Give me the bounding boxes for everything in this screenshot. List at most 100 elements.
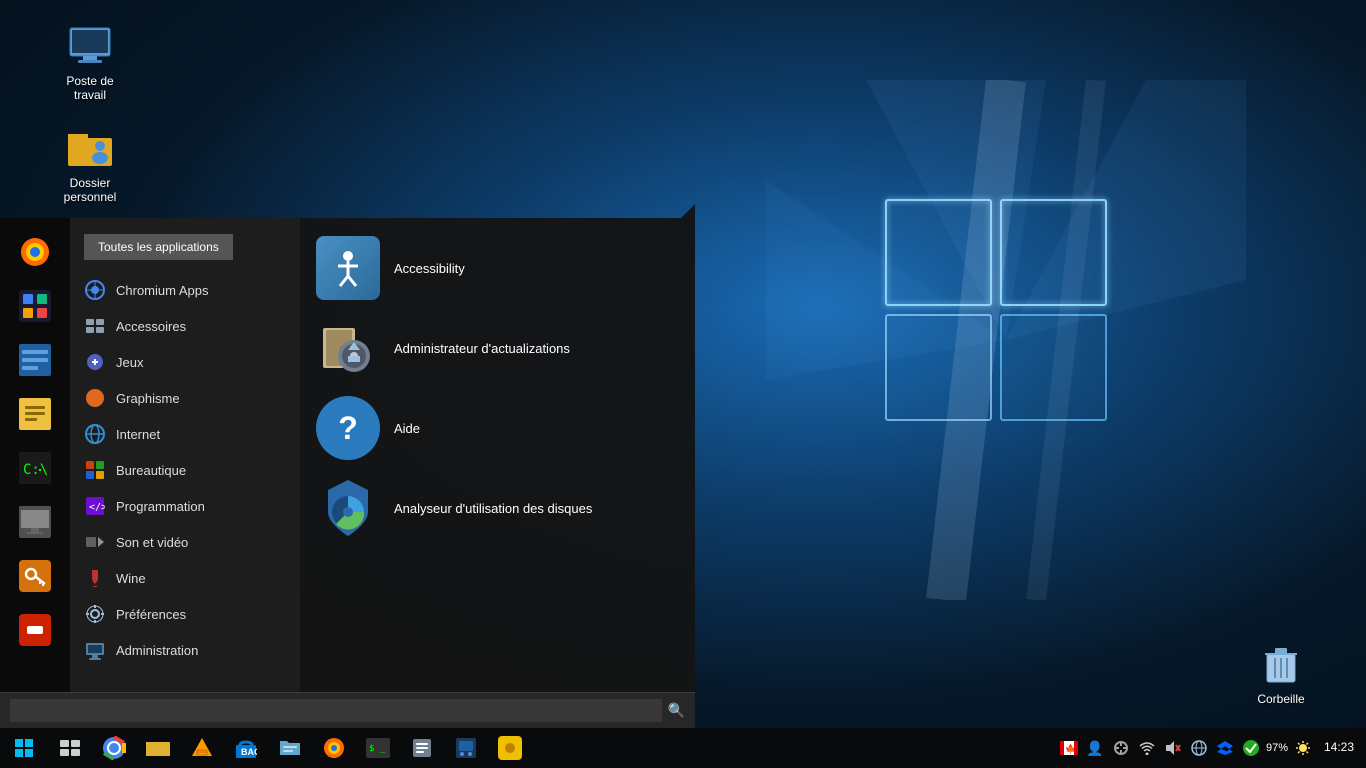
- update-icon: [316, 316, 380, 380]
- update-label: Administrateur d'actualizations: [394, 341, 570, 356]
- category-programmation[interactable]: </> Programmation: [70, 488, 300, 524]
- app-update[interactable]: Administrateur d'actualizations: [300, 308, 695, 388]
- sidebar-notes[interactable]: [11, 390, 59, 438]
- graphisme-icon: [84, 387, 106, 409]
- preferences-label: Préférences: [116, 607, 186, 622]
- recycle-bin-label: Corbeille: [1257, 692, 1304, 706]
- categories-panel: Toutes les applications Chromium Apps: [70, 218, 300, 692]
- graphisme-label: Graphisme: [116, 391, 180, 406]
- system-clock[interactable]: 14:23: [1318, 740, 1360, 756]
- programmation-label: Programmation: [116, 499, 205, 514]
- category-graphisme[interactable]: Graphisme: [70, 380, 300, 416]
- tray-battery: 97%: [1266, 737, 1288, 759]
- disk-icon: [316, 476, 380, 540]
- tray-user[interactable]: 👤: [1084, 737, 1106, 759]
- battery-text: 97%: [1266, 742, 1288, 754]
- preferences-icon: [84, 603, 106, 625]
- taskbar-file-mgr2[interactable]: [268, 728, 312, 768]
- computer-icon: [66, 22, 114, 70]
- sidebar-store[interactable]: [11, 282, 59, 330]
- taskbar-firefox[interactable]: [312, 728, 356, 768]
- bureautique-label: Bureautique: [116, 463, 186, 478]
- chromium-apps-label: Chromium Apps: [116, 283, 208, 298]
- svg-text:BAG: BAG: [241, 747, 257, 757]
- svg-text:$ _: $ _: [369, 744, 386, 754]
- menu-triangle: [681, 204, 695, 218]
- sidebar-display[interactable]: [11, 498, 59, 546]
- category-son-video[interactable]: Son et vidéo: [70, 524, 300, 560]
- wine-label: Wine: [116, 571, 146, 586]
- sidebar-icons: C:\: [0, 218, 70, 692]
- app-aide[interactable]: ? Aide: [300, 388, 695, 468]
- desktop-icon-poste-travail[interactable]: Poste de travail: [50, 18, 130, 107]
- accessoires-icon: [84, 315, 106, 337]
- category-jeux[interactable]: Jeux: [70, 344, 300, 380]
- programmation-icon: </>: [84, 495, 106, 517]
- sidebar-stop[interactable]: [11, 606, 59, 654]
- jeux-icon: [84, 351, 106, 373]
- desktop-icon-recycle-bin[interactable]: Corbeille: [1241, 636, 1321, 710]
- desktop-icon-label-poste-travail: Poste de travail: [54, 74, 126, 103]
- folder-user-icon: [66, 124, 114, 172]
- tray-check[interactable]: [1240, 737, 1262, 759]
- tray-wifi[interactable]: [1136, 737, 1158, 759]
- tray-volume-mute[interactable]: [1162, 737, 1184, 759]
- category-administration[interactable]: Administration: [70, 632, 300, 668]
- search-bar: 🔍: [0, 692, 695, 728]
- desktop-icon-label-dossier: Dossier personnel: [54, 176, 126, 205]
- taskbar-yellow-app[interactable]: [488, 728, 532, 768]
- accessibility-icon: [316, 236, 380, 300]
- accessibility-label: Accessibility: [394, 261, 465, 276]
- sidebar-password[interactable]: [11, 552, 59, 600]
- taskbar-virtualbox[interactable]: [444, 728, 488, 768]
- taskbar: BAG $ _: [0, 728, 1366, 768]
- taskbar-vlc[interactable]: [180, 728, 224, 768]
- taskbar-terminal[interactable]: $ _: [356, 728, 400, 768]
- wine-icon: [84, 567, 106, 589]
- svg-text:🍁: 🍁: [1065, 743, 1076, 754]
- app-accessibility[interactable]: Accessibility: [300, 228, 695, 308]
- internet-icon: [84, 423, 106, 445]
- windows-logo: [766, 80, 1246, 600]
- tray-tools[interactable]: [1110, 737, 1132, 759]
- internet-label: Internet: [116, 427, 160, 442]
- son-video-icon: [84, 531, 106, 553]
- category-bureautique[interactable]: Bureautique: [70, 452, 300, 488]
- administration-label: Administration: [116, 643, 198, 658]
- sidebar-firefox[interactable]: [11, 228, 59, 276]
- taskbar-tray: 🍁 👤: [1058, 737, 1366, 759]
- svg-text:C:\: C:\: [23, 462, 48, 478]
- toutes-apps-button[interactable]: Toutes les applications: [84, 234, 233, 260]
- taskbar-task-view[interactable]: [48, 728, 92, 768]
- tray-dropbox[interactable]: [1214, 737, 1236, 759]
- taskbar-chromium[interactable]: [92, 728, 136, 768]
- tray-flag[interactable]: 🍁: [1058, 737, 1080, 759]
- category-internet[interactable]: Internet: [70, 416, 300, 452]
- search-icon[interactable]: 🔍: [668, 702, 685, 719]
- bureautique-icon: [84, 459, 106, 481]
- taskbar-files[interactable]: [400, 728, 444, 768]
- category-accessoires[interactable]: Accessoires: [70, 308, 300, 344]
- disk-label: Analyseur d'utilisation des disques: [394, 501, 592, 516]
- tray-brightness[interactable]: [1292, 737, 1314, 759]
- sidebar-manager[interactable]: [11, 336, 59, 384]
- search-input[interactable]: [10, 699, 662, 722]
- app-disk[interactable]: Analyseur d'utilisation des disques: [300, 468, 695, 548]
- category-preferences[interactable]: Préférences: [70, 596, 300, 632]
- jeux-label: Jeux: [116, 355, 143, 370]
- start-menu: C:\: [0, 218, 695, 728]
- taskbar-file-manager[interactable]: [136, 728, 180, 768]
- start-button[interactable]: [0, 728, 48, 768]
- chromium-apps-icon: [84, 279, 106, 301]
- taskbar-store[interactable]: BAG: [224, 728, 268, 768]
- svg-text:</>: </>: [89, 502, 105, 513]
- sidebar-terminal[interactable]: C:\: [11, 444, 59, 492]
- tray-network[interactable]: [1188, 737, 1210, 759]
- help-icon: ?: [316, 396, 380, 460]
- category-chromium-apps[interactable]: Chromium Apps: [70, 272, 300, 308]
- category-wine[interactable]: Wine: [70, 560, 300, 596]
- administration-icon: [84, 639, 106, 661]
- accessoires-label: Accessoires: [116, 319, 186, 334]
- desktop-icon-dossier-personnel[interactable]: Dossier personnel: [50, 120, 130, 209]
- recycle-bin-icon: [1257, 640, 1305, 688]
